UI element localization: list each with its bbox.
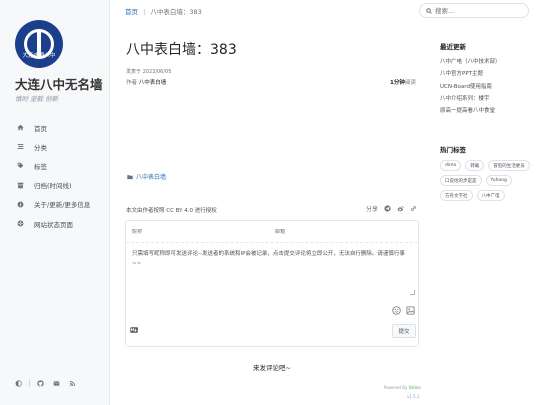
author-name[interactable]: 八中表白墙 [139,80,167,86]
markdown-icon[interactable] [130,327,138,333]
read-time: 1分钟阅读 [390,78,416,86]
sidebar: 大连市第八中 大连八中无名墙 慎时 坚毅 创新 首页 分类 标签 归档(时间线)… [0,0,110,405]
post-author: 作者 八中表白墙 [126,78,166,86]
stream-icon [15,142,25,152]
field-divider [126,242,418,243]
breadcrumb-current: 八中表白墙：383 [150,8,202,16]
comment-textarea[interactable] [132,250,414,294]
read-time-value: 1分钟 [390,80,405,86]
nav-label: 标签 [34,162,47,171]
divider [29,380,30,387]
recent-item[interactable]: 八中广电（八中技术部） [440,57,501,69]
category-label: 八中表白墙 [136,174,167,181]
email-field[interactable] [275,221,355,242]
info-circle-icon [15,199,25,209]
github-icon[interactable] [37,380,44,387]
rss-icon[interactable] [69,380,76,387]
no-comments-text: 来发评论吧~ [253,364,291,372]
sidebar-nav: 首页 分类 标签 归档(时间线) 关于/更新/更多信息 网站状态页面 [15,118,105,233]
weibo-icon[interactable] [397,205,404,212]
nav-item-tags[interactable]: 标签 [15,156,105,175]
recent-updates-title: 最近更新 [440,43,466,51]
breadcrumb-separator: | [143,8,146,16]
nav-item-status[interactable]: 网站状态页面 [15,214,105,233]
email-icon[interactable] [53,380,60,387]
theme-toggle-icon[interactable] [15,380,22,387]
share-bar: 分享 [366,204,417,213]
nav-item-about[interactable]: 关于/更新/更多信息 [15,195,105,214]
tag-chip[interactable]: 八中广电 [476,190,505,201]
post-title: 八中表白墙：383 [126,42,237,58]
nav-item-archives[interactable]: 归档(时间线) [15,176,105,195]
emoji-icon[interactable] [392,306,401,315]
tag-chip[interactable]: 冒犯的生活委员 [488,160,530,171]
logo-text: 大连市第八中 [22,53,56,59]
site-logo[interactable]: 大连市第八中 [15,20,63,68]
powered-by: Powered By Valine [384,385,421,390]
tag-chip[interactable]: 转载 [465,160,485,171]
image-upload-icon[interactable] [406,306,415,315]
nav-item-home[interactable]: 首页 [15,118,105,137]
nav-label: 分类 [34,143,47,152]
comment-box: 提交 [125,220,419,347]
site-subtitle: 慎时 坚毅 创新 [15,95,59,103]
tag-chip[interactable]: dimo [440,160,462,171]
popular-tags: dimo 转载 冒犯的生活委员 口说估的步是是 Yuhang 方舟文学社 八中广… [440,160,536,201]
post-published-date: 发表于 2023/06/05 [126,69,172,75]
nickname-field[interactable] [132,221,212,242]
search-box[interactable] [419,3,529,18]
link-icon[interactable] [410,205,417,212]
breadcrumb-home-link[interactable]: 首页 [125,8,138,16]
nav-label: 网站状态页面 [34,220,73,229]
home-icon [15,123,25,133]
sidebar-footer [15,380,76,387]
nickname-input[interactable] [132,228,212,235]
recent-item[interactable]: UCN-Board使用指南 [440,82,501,94]
powered-prefix: Powered By [384,385,409,390]
popular-tags-title: 热门标签 [440,146,466,154]
site-title[interactable]: 大连八中无名墙 [15,74,103,93]
breadcrumb: 首页 | 八中表白墙：383 [125,6,202,16]
tags-icon [15,161,25,171]
submit-button[interactable]: 提交 [392,324,416,338]
recent-item[interactable]: 八中介绍系列：楼宇 [440,94,501,106]
folder-icon [127,174,133,179]
tag-chip[interactable]: 口说估的步是是 [440,175,482,186]
search-input[interactable] [435,6,523,15]
search-icon [426,7,432,14]
recent-updates-list: 八中广电（八中技术部） 八中官方PPT主题 UCN-Board使用指南 八中介绍… [440,57,501,118]
post-category-link[interactable]: 八中表白墙 [127,172,166,181]
telegram-icon[interactable] [384,205,391,212]
tag-chip[interactable]: 方舟文学社 [440,190,473,201]
read-time-label: 阅读 [404,80,416,86]
nav-label: 首页 [34,124,47,133]
license-text: 本文由作者按照 CC BY 4.0 进行授权 [126,208,217,214]
globe-icon [15,219,25,229]
resize-handle[interactable] [410,290,415,295]
author-label: 作者 [126,80,138,86]
recent-item[interactable]: 原高一提高看八中食堂 [440,106,501,118]
valine-version: v1.5.1 [407,394,420,399]
valine-link[interactable]: Valine [409,385,421,390]
nav-label: 归档(时间线) [34,182,72,191]
tag-chip[interactable]: Yuhang [485,175,512,186]
nav-item-categories[interactable]: 分类 [15,137,105,156]
recent-item[interactable]: 八中官方PPT主题 [440,69,501,81]
share-label: 分享 [366,206,379,213]
nav-label: 关于/更新/更多信息 [34,201,91,210]
email-input[interactable] [275,228,355,235]
archive-icon [15,180,25,190]
